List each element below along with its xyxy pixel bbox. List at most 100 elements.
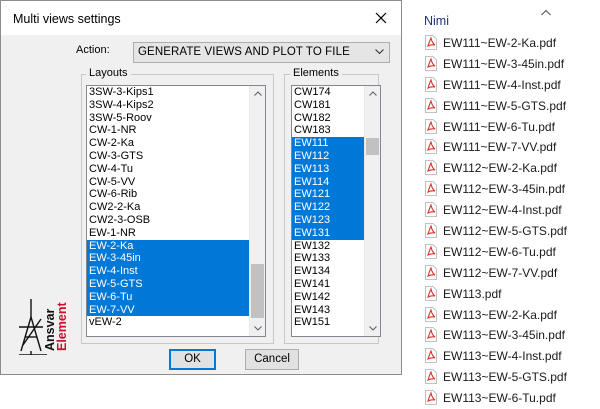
pdf-file-icon (425, 223, 437, 238)
file-list-item[interactable]: EW111~EW-5-GTS.pdf (424, 96, 600, 117)
element-list-item[interactable]: EW133 (292, 252, 365, 265)
layouts-scroll-thumb[interactable] (251, 264, 264, 318)
layout-list-item[interactable]: EW-4-Inst (87, 265, 252, 278)
file-name: EW112~EW-5-GTS.pdf (443, 224, 567, 239)
file-list-item[interactable]: EW112~EW-6-Tu.pdf (424, 242, 600, 263)
element-list-item[interactable]: EW143 (292, 304, 365, 317)
file-list-item[interactable]: EW112~EW-3-45in.pdf (424, 179, 600, 200)
file-list-item[interactable]: EW112~EW-4-Inst.pdf (424, 200, 600, 221)
pdf-file-icon (425, 55, 437, 71)
layout-list-item[interactable]: EW-7-VV (87, 303, 252, 317)
file-name: EW111~EW-2-Ka.pdf (443, 36, 557, 50)
elements-scroll-thumb[interactable] (366, 138, 379, 155)
pdf-file-icon (425, 244, 437, 259)
layouts-scrollbar[interactable] (249, 86, 265, 336)
file-list-item[interactable]: EW113~EW-3-45in.pdf (424, 325, 600, 346)
layout-list-item[interactable]: EW-5-GTS (87, 277, 252, 291)
element-list-item[interactable]: EW122 (292, 201, 365, 214)
file-list-item[interactable]: EW111~EW-4-Inst.pdf (424, 75, 600, 96)
cancel-button[interactable]: Cancel (245, 349, 299, 370)
layout-list-item[interactable]: CW2-2-Ka (87, 201, 252, 214)
pdf-file-icon (425, 139, 437, 155)
pdf-file-icon (425, 35, 437, 50)
dialog-title-bar: Multi views settings (1, 1, 401, 35)
element-list-item[interactable]: EW114 (292, 175, 365, 189)
dialog-title: Multi views settings (13, 12, 121, 26)
pdf-file-icon (425, 306, 437, 322)
file-name: EW113~EW-4-Inst.pdf (443, 349, 562, 364)
elements-scrollbar[interactable] (364, 86, 380, 336)
element-list-item[interactable]: CW182 (292, 112, 365, 125)
svg-text:Element: Element (55, 302, 69, 351)
chevron-up-icon[interactable] (541, 9, 551, 16)
element-list-item[interactable]: EW113 (292, 162, 365, 176)
layout-list-item[interactable]: vEW-2 (87, 316, 252, 329)
file-list-item[interactable]: EW113.pdf (424, 284, 600, 305)
pdf-file-icon (425, 369, 437, 385)
file-list-item[interactable]: EW112~EW-5-GTS.pdf (424, 221, 600, 242)
pdf-file-icon (425, 202, 437, 218)
pdf-file-icon (425, 327, 437, 343)
layout-list-item[interactable]: CW2-3-OSB (87, 214, 252, 227)
element-list-item[interactable]: EW141 (292, 278, 365, 291)
file-list-item[interactable]: EW113~EW-5-GTS.pdf (424, 367, 600, 388)
element-list-item[interactable]: CW181 (292, 99, 365, 112)
layout-list-item[interactable]: EW-6-Tu (87, 290, 252, 304)
layout-list-item[interactable]: CW-3-GTS (87, 150, 252, 163)
file-list-item[interactable]: EW112~EW-7-VV.pdf (424, 263, 600, 284)
pdf-file-icon (425, 390, 437, 406)
layout-list-item[interactable]: EW-1-NR (87, 227, 252, 240)
file-list-item[interactable]: EW111~EW-3-45in.pdf (424, 54, 600, 75)
element-list-item[interactable]: CW174 (292, 86, 365, 99)
file-name: EW112~EW-4-Inst.pdf (443, 203, 562, 218)
element-list-item[interactable]: EW131 (292, 226, 365, 240)
layouts-listbox[interactable]: 3SW-3-Kips1 3SW-4-Kips2 3SW-5-Roov CW-1-NR C… (86, 85, 266, 337)
element-list-item[interactable]: EW112 (292, 149, 365, 163)
ansvar-element-logo: Ansvar Element (19, 299, 69, 355)
file-name: EW112~EW-2-Ka.pdf (443, 161, 557, 176)
layout-list-item[interactable]: EW-2-Ka (87, 239, 252, 253)
file-list-item[interactable]: EW113~EW-2-Ka.pdf (424, 305, 600, 326)
file-list-item[interactable]: EW111~EW-6-Tu.pdf (424, 117, 600, 138)
element-list-item[interactable]: CW183 (292, 124, 365, 137)
layout-list-item[interactable]: CW-5-VV (87, 176, 252, 189)
element-list-item[interactable]: EW123 (292, 213, 365, 227)
layouts-label: Layouts (86, 67, 131, 79)
element-list-item[interactable]: EW142 (292, 291, 365, 304)
elements-listbox[interactable]: CW174 CW181 CW182 CW183 EW111 EW112 EW113 EW114… (291, 85, 381, 337)
scroll-up-arrow-icon[interactable] (369, 91, 377, 96)
layout-list-item[interactable]: CW-2-Ka (87, 137, 252, 150)
scroll-down-arrow-icon[interactable] (369, 326, 377, 331)
name-column-header[interactable]: Nimi (424, 14, 449, 28)
file-list-item[interactable]: EW111~EW-7-VV.pdf (424, 137, 600, 158)
layout-list-item[interactable]: CW-6-Rib (87, 188, 252, 201)
file-name: EW113~EW-6-Tu.pdf (443, 391, 556, 406)
layout-list-item[interactable]: 3SW-3-Kips1 (87, 86, 252, 99)
action-dropdown[interactable]: GENERATE VIEWS AND PLOT TO FILE (133, 42, 390, 63)
file-list-item[interactable]: EW113~EW-6-Tu.pdf (424, 388, 600, 409)
file-list: EW111~EW-2-Ka.pdf EW111~EW-3-45in.pdf EW11… (424, 33, 600, 409)
element-list-item[interactable]: EW151 (292, 316, 365, 329)
elements-items: CW174 CW181 CW182 CW183 EW111 EW112 EW113 EW114… (292, 86, 365, 329)
layout-list-item[interactable]: 3SW-5-Roov (87, 112, 252, 125)
file-list-item[interactable]: EW113~EW-4-Inst.pdf (424, 346, 600, 367)
file-list-item[interactable]: EW112~EW-2-Ka.pdf (424, 158, 600, 179)
scroll-down-arrow-icon[interactable] (254, 326, 262, 331)
ok-button[interactable]: OK (169, 349, 216, 370)
scroll-up-arrow-icon[interactable] (254, 91, 262, 96)
pdf-file-icon (425, 285, 437, 301)
element-list-item[interactable]: EW111 (292, 137, 365, 150)
file-list-item[interactable]: EW111~EW-2-Ka.pdf (424, 33, 600, 54)
layout-list-item[interactable]: 3SW-4-Kips2 (87, 99, 252, 112)
element-list-item[interactable]: EW132 (292, 240, 365, 253)
pdf-file-icon (425, 160, 437, 176)
element-list-item[interactable]: EW121 (292, 188, 365, 202)
layout-list-item[interactable]: CW-4-Tu (87, 163, 252, 176)
file-name: EW112~EW-7-VV.pdf (443, 265, 558, 280)
layout-list-item[interactable]: EW-3-45in (87, 252, 252, 266)
element-list-item[interactable]: EW134 (292, 265, 365, 278)
file-name: EW113~EW-2-Ka.pdf (443, 307, 557, 322)
layout-list-item[interactable]: CW-1-NR (87, 124, 252, 137)
close-icon[interactable] (373, 10, 389, 26)
file-name: EW112~EW-6-Tu.pdf (443, 244, 556, 259)
